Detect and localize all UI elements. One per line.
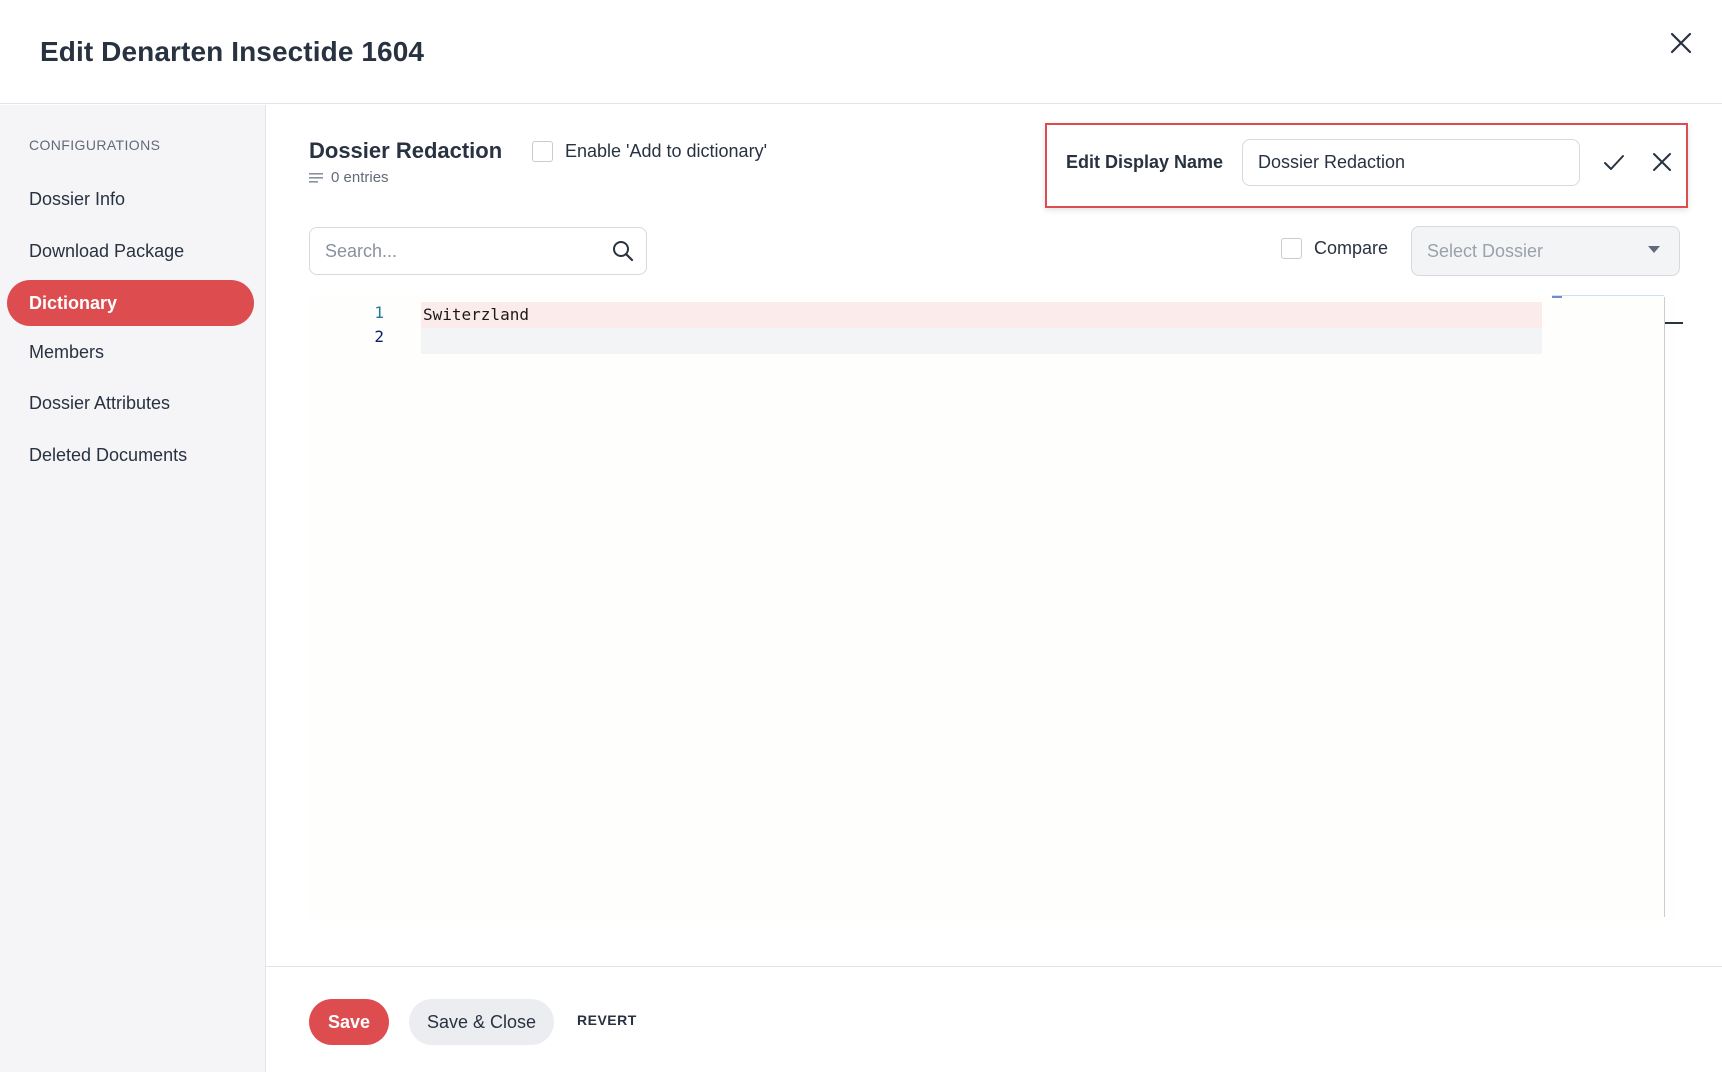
compare-label: Compare	[1314, 238, 1389, 258]
entries-count-label: 0 entries	[331, 169, 389, 186]
dictionary-title: Dossier Redaction	[309, 138, 503, 163]
select-dossier-dropdown[interactable]: Select Dossier	[1411, 226, 1680, 276]
compare-checkbox[interactable]	[1281, 238, 1302, 259]
minimap[interactable]	[1552, 295, 1664, 298]
dialog-title: Edit Denarten Insectide 1604	[40, 36, 425, 67]
save-button[interactable]: Save	[309, 999, 389, 1045]
sidebar-item-deleted-documents[interactable]: Deleted Documents	[7, 432, 254, 478]
minimap-marker	[1552, 296, 1562, 298]
code-line-current[interactable]	[421, 328, 1542, 354]
entries-count: 0 entries	[309, 169, 389, 186]
enable-add-label: Enable 'Add to dictionary'	[565, 141, 767, 161]
main-panel: Dossier Redaction 0 entries Enable 'Add …	[266, 105, 1722, 968]
sidebar-item-dictionary[interactable]: Dictionary	[7, 280, 254, 326]
sidebar-item-download-package[interactable]: Download Package	[7, 228, 254, 274]
sidebar-item-members[interactable]: Members	[7, 329, 254, 375]
close-icon[interactable]	[1664, 26, 1698, 60]
sidebar: CONFIGURATIONS Dossier Info Download Pac…	[0, 105, 266, 1072]
compare-toggle[interactable]: Compare	[1281, 238, 1388, 259]
dialog-header: Edit Denarten Insectide 1604	[0, 0, 1722, 104]
check-icon[interactable]	[1599, 147, 1629, 177]
search-box	[309, 227, 647, 275]
scrollbar-marker	[1665, 322, 1683, 324]
sidebar-heading: CONFIGURATIONS	[29, 137, 161, 153]
edit-display-name-label: Edit Display Name	[1066, 152, 1224, 172]
enable-add-checkbox[interactable]	[532, 141, 553, 162]
line-number-gutter: 1 2	[309, 295, 409, 920]
revert-button[interactable]: REVERT	[577, 1012, 637, 1028]
sidebar-item-dossier-attributes[interactable]: Dossier Attributes	[7, 380, 254, 426]
line-number: 2	[374, 327, 384, 346]
save-and-close-button[interactable]: Save & Close	[409, 999, 554, 1045]
display-name-input[interactable]	[1242, 139, 1580, 186]
search-icon[interactable]	[611, 239, 635, 263]
cancel-icon[interactable]	[1647, 147, 1677, 177]
line-number: 1	[374, 303, 384, 322]
enable-add-to-dictionary[interactable]: Enable 'Add to dictionary'	[532, 141, 767, 162]
select-dossier-placeholder: Select Dossier	[1427, 241, 1544, 261]
code-editor[interactable]: 1 2 Switerzland	[309, 295, 1675, 920]
list-icon	[309, 172, 323, 183]
editor-scrollbar[interactable]	[1664, 297, 1665, 917]
code-line[interactable]: Switerzland	[421, 302, 1542, 328]
search-input[interactable]	[325, 228, 595, 274]
chevron-down-icon	[1648, 246, 1660, 253]
dialog-footer: Save Save & Close REVERT	[266, 966, 1722, 1072]
sidebar-item-dossier-info[interactable]: Dossier Info	[7, 176, 254, 222]
edit-display-name-panel: Edit Display Name	[1045, 123, 1688, 208]
